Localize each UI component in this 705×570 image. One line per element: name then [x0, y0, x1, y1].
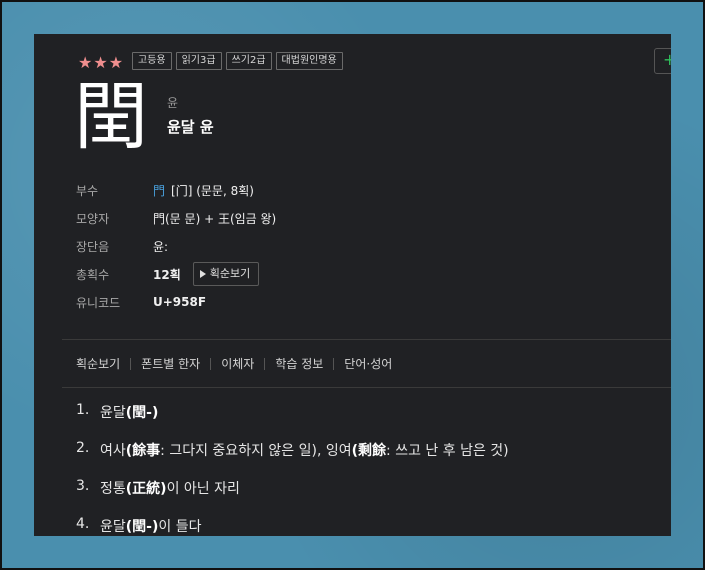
meaning-text: 윤달(閏-)이 들다 [100, 516, 201, 536]
info-row-vowel-length: 장단음 윤: [76, 232, 276, 260]
vowel-length-value: 윤: [153, 239, 169, 254]
meaning-fragment: 이 아닌 자리 [166, 481, 240, 497]
info-row-radical: 부수 門 [门] (문문, 8획) [76, 176, 276, 204]
add-to-wordbook-button[interactable]: + [654, 48, 671, 74]
shape-value: 門(문 문) + 王(임금 왕) [153, 211, 277, 226]
hanja-detail-panel: ★★★ 고등용 읽기3급 쓰기2급 대법원인명용 + 閏 윤 윤달 윤 부수 門… [34, 34, 671, 536]
meaning-hanja: (正統) [125, 481, 167, 497]
tab-study-info[interactable]: 학습 정보 [275, 355, 323, 372]
grade-badges: 고등용 읽기3급 쓰기2급 대법원인명용 [132, 52, 343, 70]
badge-name-use: 대법원인명용 [275, 52, 343, 70]
info-row-unicode: 유니코드 U+958F [76, 288, 276, 316]
rating-stars: ★★★ [78, 53, 125, 72]
meaning-number: 1. [76, 402, 90, 418]
stroke-order-button[interactable]: 획순보기 [192, 262, 260, 286]
meaning-fragment: : 그다지 중요하지 않은 일), 잉여 [160, 443, 352, 459]
tab-separator [210, 357, 212, 370]
tab-font-variants[interactable]: 폰트별 한자 [141, 355, 200, 372]
section-divider-bottom [62, 387, 671, 388]
badge-writing-grade: 쓰기2급 [225, 52, 272, 70]
tab-variant-characters[interactable]: 이체자 [221, 355, 254, 372]
meaning-text: 정통(正統)이 아닌 자리 [100, 478, 240, 516]
info-table: 부수 門 [门] (문문, 8획) 모양자 門(문 문) + 王(임금 왕) 장… [76, 176, 276, 316]
unicode-label: 유니코드 [76, 295, 121, 310]
hanja-reading: 윤 [167, 96, 179, 110]
play-icon [199, 270, 206, 278]
meaning-fragment: 정통 [100, 481, 126, 497]
meaning-fragment: 이 들다 [158, 519, 202, 535]
section-tabs: 획순보기 폰트별 한자 이체자 학습 정보 단어·성어 [76, 355, 392, 372]
radical-label: 부수 [76, 183, 99, 198]
meaning-fragment: 윤달 [100, 405, 126, 421]
tab-separator [333, 357, 335, 370]
meaning-hanja: (閏-) [125, 405, 159, 421]
meaning-item: 3. 정통(正統)이 아닌 자리 [76, 478, 666, 516]
meaning-item: 4. 윤달(閏-)이 들다 [76, 516, 666, 536]
badge-high-school: 고등용 [132, 52, 172, 70]
radical-value: [门] (문문, 8획) [171, 183, 254, 198]
meaning-hanja: (閏-) [125, 519, 159, 535]
tab-separator [130, 357, 132, 370]
meaning-item: 1. 윤달(閏-) [76, 402, 666, 440]
meaning-text: 여사(餘事: 그다지 중요하지 않은 일), 잉여(剩餘: 쓰고 난 후 남은 … [100, 440, 509, 478]
info-row-strokes: 총획수 12획 획순보기 [76, 260, 276, 288]
strokes-label: 총획수 [76, 267, 110, 282]
shape-label: 모양자 [76, 211, 110, 226]
tab-separator [264, 357, 266, 370]
section-divider-top [62, 339, 671, 340]
meaning-number: 2. [76, 440, 90, 456]
info-row-shape: 모양자 門(문 문) + 王(임금 왕) [76, 204, 276, 232]
meaning-number: 3. [76, 478, 90, 494]
radical-link[interactable]: 門 [153, 182, 165, 199]
meaning-fragment: 여사 [100, 443, 126, 459]
meaning-text: 윤달(閏-) [100, 402, 158, 440]
meaning-list: 1. 윤달(閏-) 2. 여사(餘事: 그다지 중요하지 않은 일), 잉여(剩餘: … [76, 402, 666, 536]
vowel-length-label: 장단음 [76, 239, 110, 254]
tab-words-idioms[interactable]: 단어·성어 [344, 355, 392, 372]
meaning-fragment: : 쓰고 난 후 남은 것) [386, 443, 509, 459]
hanja-character: 閏 [74, 74, 148, 160]
hanja-meaning: 윤달 윤 [167, 118, 214, 136]
meaning-item: 2. 여사(餘事: 그다지 중요하지 않은 일), 잉여(剩餘: 쓰고 난 후 남… [76, 440, 666, 478]
meaning-fragment: 윤달 [100, 519, 126, 535]
strokes-value: 12획 [153, 267, 181, 282]
unicode-value: U+958F [153, 295, 207, 309]
meaning-hanja: (剩餘 [351, 443, 387, 459]
stroke-order-button-label: 획순보기 [209, 267, 251, 280]
meaning-hanja: (餘事 [125, 443, 161, 459]
tab-stroke-order[interactable]: 획순보기 [76, 355, 120, 372]
badge-reading-grade: 읽기3급 [175, 52, 222, 70]
meaning-number: 4. [76, 516, 90, 532]
